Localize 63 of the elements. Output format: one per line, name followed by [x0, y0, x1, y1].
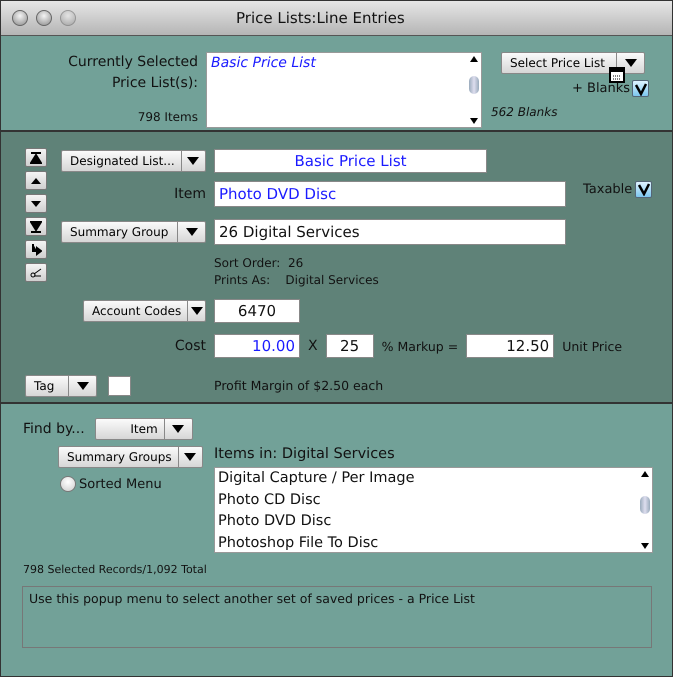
summary-group-field[interactable]: 26 Digital Services — [214, 219, 566, 245]
tag-popup[interactable]: Tag — [25, 374, 97, 397]
caret-icon — [190, 307, 203, 315]
find-by-popup[interactable]: Item — [94, 418, 193, 440]
last-record-icon[interactable] — [25, 217, 47, 236]
summary-group-popup[interactable]: Summary Group — [61, 221, 206, 243]
scroll-thumb[interactable] — [640, 496, 650, 514]
items-list[interactable]: Digital Capture / Per Image Photo CD Disc Photo DVD Disc Photoshop File To Disc — [214, 467, 653, 553]
first-record-icon[interactable] — [25, 148, 47, 167]
designated-list-popup[interactable]: Designated List... — [61, 150, 206, 172]
list-item[interactable]: Photo DVD Disc — [218, 511, 635, 532]
tag-field[interactable] — [108, 376, 131, 396]
cursor-icon — [609, 64, 625, 84]
scissors-icon[interactable] — [25, 263, 47, 282]
unit-price-label: Unit Price — [562, 338, 622, 354]
scroll-down-arrow-icon[interactable] — [470, 118, 478, 124]
account-codes-popup[interactable]: Account Codes — [83, 300, 206, 322]
checkbox[interactable] — [632, 80, 650, 97]
caret-icon — [187, 157, 200, 165]
designated-list-field[interactable]: Basic Price List — [214, 149, 487, 173]
item-label: Item — [174, 186, 206, 202]
cost-label: Cost — [174, 338, 206, 354]
sorted-menu-label: Sorted Menu — [79, 476, 162, 492]
caret-icon — [186, 228, 198, 236]
summary-groups-popup[interactable]: Summary Groups — [58, 446, 203, 468]
close-button[interactable] — [12, 10, 28, 26]
list-item[interactable]: Photo CD Disc — [218, 490, 635, 510]
cost-field[interactable]: 10.00 — [214, 334, 300, 358]
sort-order-text: Sort Order: 26 — [214, 255, 304, 272]
prints-as-text: Prints As: Digital Services — [214, 272, 379, 289]
scroll-up-arrow-icon[interactable] — [470, 56, 478, 62]
price-list-box[interactable]: Basic Price List — [206, 52, 482, 128]
list-item[interactable]: Photoshop File To Disc — [218, 532, 635, 553]
scroll-down-arrow-icon[interactable] — [641, 543, 649, 549]
taxable-label: Taxable — [583, 182, 632, 196]
blanks-label: + Blanks — [572, 81, 630, 96]
list-item[interactable]: Basic Price List — [211, 55, 463, 71]
minimize-button[interactable] — [36, 10, 52, 26]
unit-price-field[interactable]: 12.50 — [466, 334, 554, 358]
caret-icon — [172, 425, 184, 433]
selected-price-list-label: Currently Selected Price List(s): — [67, 53, 198, 93]
item-count: 798 Items — [138, 110, 198, 124]
scroll-up-arrow-icon[interactable] — [641, 471, 649, 477]
help-text: Use this popup menu to select another set of saved prices - a Price List — [22, 586, 652, 648]
checkbox[interactable] — [635, 180, 652, 198]
list-item[interactable]: Digital Capture / Per Image — [218, 468, 635, 488]
blanks-count: 562 Blanks — [491, 105, 558, 119]
times-sign: X — [308, 338, 318, 354]
scroll-thumb[interactable] — [469, 76, 479, 94]
window-title: Price Lists:Line Entries — [236, 9, 405, 27]
items-title: Items in: Digital Services — [214, 446, 396, 462]
caret-icon — [624, 59, 636, 67]
caret-icon — [184, 453, 196, 461]
select-price-list-popup[interactable]: Select Price List — [501, 52, 645, 74]
profit-margin-text: Profit Margin of $2.50 each — [214, 378, 384, 394]
record-count-status: 798 Selected Records/1,092 Total — [23, 563, 208, 576]
find-by-label: Find by... — [23, 421, 85, 437]
markup-label: % Markup = — [382, 338, 458, 354]
item-field[interactable]: Photo DVD Disc — [214, 181, 566, 207]
radio-button[interactable] — [60, 476, 76, 492]
account-code-field[interactable]: 6470 — [214, 299, 300, 323]
caret-icon — [76, 382, 88, 390]
markup-field[interactable]: 25 — [326, 334, 374, 358]
